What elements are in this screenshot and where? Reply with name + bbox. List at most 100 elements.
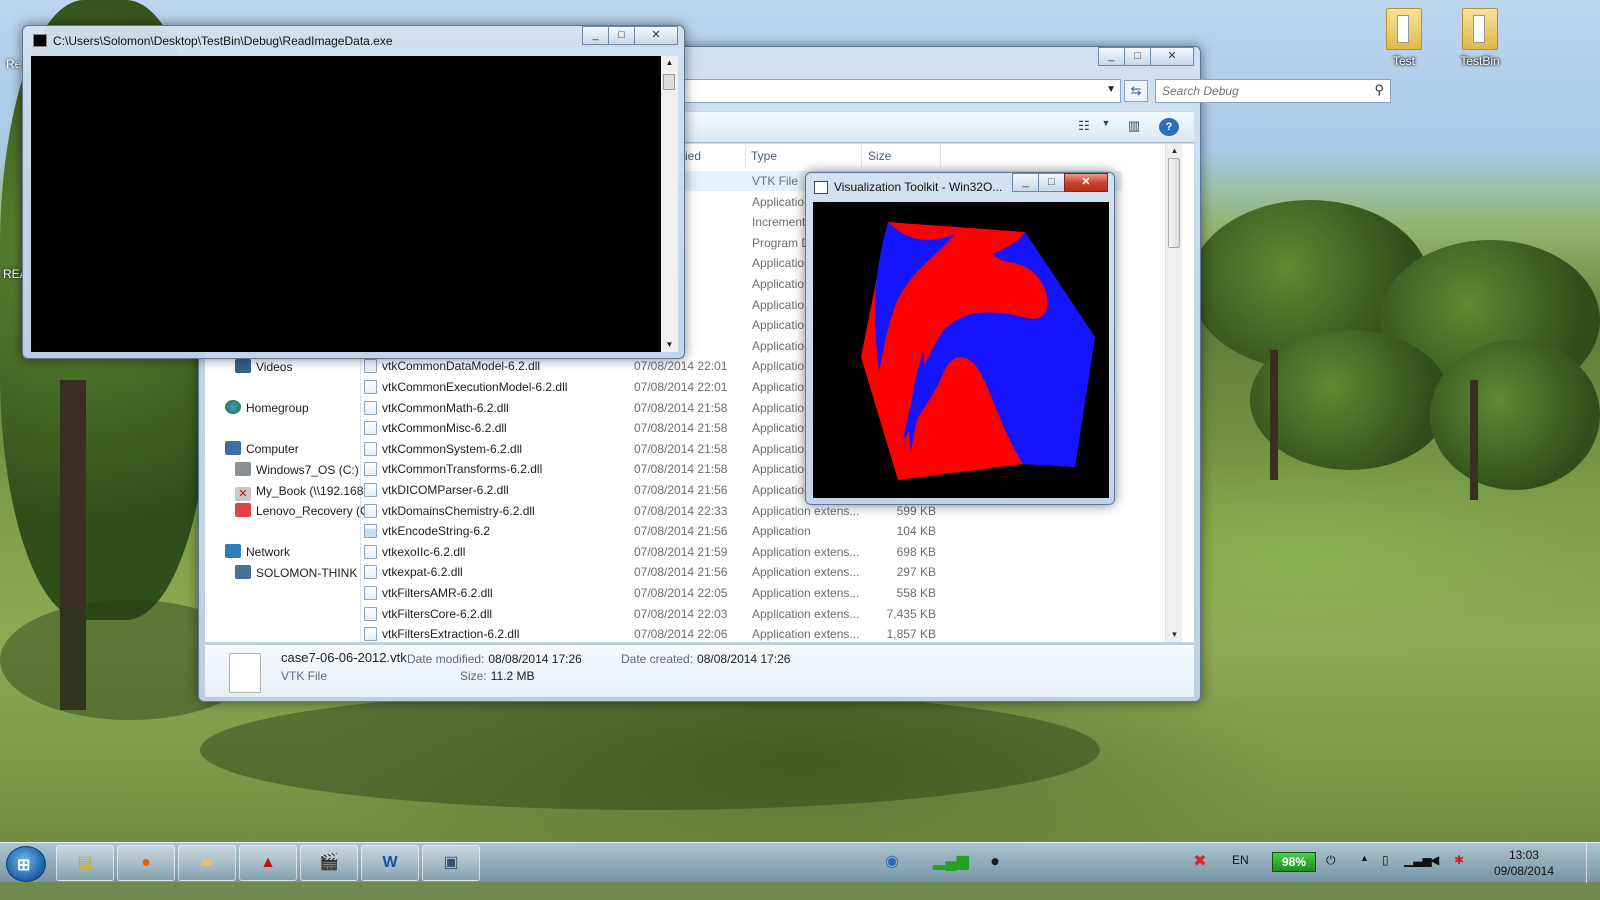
taskbar-folder[interactable]: ▰ [178, 845, 236, 881]
nav-item-solomon-think[interactable]: SOLOMON-THINK [235, 563, 357, 583]
file-type: Application extens... [752, 565, 860, 579]
details-created: Date created: 08/08/2014 17:26 [621, 652, 790, 666]
file-row[interactable]: vtkEncodeString-6.2 07/08/2014 21:56 Appli… [362, 521, 1122, 541]
minimize-button[interactable]: _ [1012, 173, 1039, 192]
videos-icon [235, 359, 251, 373]
search-icon[interactable]: ⚲ [1374, 82, 1384, 98]
scroll-down-arrow[interactable]: ▼ [661, 338, 678, 352]
file-icon [364, 442, 377, 456]
clock-date: 09/08/2014 [1493, 864, 1554, 878]
nav-item-homegroup[interactable]: Homegroup [225, 398, 309, 418]
battery-indicator[interactable]: 98% [1272, 852, 1316, 872]
nav-item-videos[interactable]: Videos [235, 357, 292, 377]
render-viewport[interactable] [813, 202, 1109, 498]
network-bars-icon[interactable]: ▁▃▅ [1404, 853, 1432, 867]
tray-network-app[interactable]: ◉ [866, 845, 918, 881]
taskbar-word[interactable]: W [361, 845, 419, 881]
tray-signal[interactable]: ▂▄▆ [925, 845, 977, 881]
file-name: vtkCommonTransforms-6.2.dll [382, 462, 543, 476]
nav-item-network[interactable]: Network [225, 542, 290, 562]
file-row[interactable]: vtkFiltersCore-6.2.dll 07/08/2014 22:03 Ap… [362, 604, 1122, 624]
window-title: Visualization Toolkit - Win32O... [834, 180, 1003, 194]
bluetooth-icon[interactable]: ✱ [1454, 853, 1464, 867]
maximize-button[interactable]: □ [608, 26, 635, 45]
nav-item-my-book[interactable]: ✕ My_Book (\\192.168 [235, 481, 363, 501]
file-name: vtkCommonMath-6.2.dll [382, 401, 509, 415]
tray-alert[interactable]: ✖ [1180, 845, 1220, 881]
desktop-icon-testbin[interactable]: TestBin [1450, 8, 1510, 68]
file-date: 07/08/2014 22:03 [634, 607, 728, 621]
word-icon: W [382, 854, 398, 871]
taskbar-window[interactable]: ▣ [422, 845, 480, 881]
details-created-label: Date created: [621, 652, 694, 666]
preview-pane-icon[interactable]: ▥ [1123, 118, 1145, 136]
refresh-button[interactable]: ⇆ [1124, 80, 1148, 102]
device-icon[interactable]: ▯ [1382, 853, 1389, 867]
taskbar-acrobat[interactable]: ▲ [239, 845, 297, 881]
file-name: vtkFiltersAMR-6.2.dll [382, 586, 493, 600]
folder-icon [1386, 8, 1422, 50]
chevron-down-icon[interactable]: ▼ [1095, 118, 1117, 136]
minimize-button[interactable]: _ [582, 26, 609, 45]
nav-item-drive-c[interactable]: Windows7_OS (C:) [235, 460, 359, 480]
show-desktop-button[interactable] [1586, 843, 1600, 883]
details-modified-value: 08/08/2014 17:26 [488, 652, 582, 666]
maximize-button[interactable]: □ [1124, 47, 1151, 66]
pdf-icon: ▲ [260, 854, 276, 871]
file-row[interactable]: vtkFiltersAMR-6.2.dll 07/08/2014 22:05 App… [362, 583, 1122, 603]
taskbar-firefox[interactable]: ● [117, 845, 175, 881]
file-row[interactable]: vtkFiltersExtraction-6.2.dll 07/08/2014 2… [362, 624, 1122, 642]
taskbar-explorer[interactable]: ▤ [56, 845, 114, 881]
tree [1250, 330, 1450, 470]
show-hidden-icons-button[interactable]: ▲ [1360, 853, 1369, 863]
file-name: vtkexpat-6.2.dll [382, 565, 463, 579]
minimize-button[interactable]: _ [1098, 47, 1125, 66]
power-plug-icon[interactable]: ⏻ [1326, 853, 1336, 868]
clock[interactable]: 13:03 09/08/2014 [1494, 847, 1554, 879]
view-options-icon[interactable]: ☷ [1073, 118, 1095, 136]
console-output[interactable] [31, 56, 661, 352]
close-button[interactable]: ✕ [1150, 47, 1194, 66]
tray-antenna[interactable]: ⦁ [980, 845, 1010, 881]
scroll-up-arrow[interactable]: ▲ [1166, 144, 1183, 158]
firefox-icon: ● [141, 854, 151, 871]
details-size-label: Size: [460, 669, 487, 683]
column-header-size[interactable]: Size [861, 144, 941, 168]
file-date: 07/08/2014 22:01 [634, 380, 728, 394]
desktop-icon-test[interactable]: Test [1374, 8, 1434, 68]
file-date: 07/08/2014 21:58 [634, 442, 728, 456]
app-icon[interactable] [814, 181, 828, 194]
address-bar[interactable]: ▼ [679, 79, 1121, 103]
scroll-down-arrow[interactable]: ▼ [1166, 628, 1183, 642]
vertical-scrollbar[interactable]: ▲ ▼ [1165, 144, 1182, 642]
clapperboard-icon: 🎬 [319, 854, 339, 871]
nav-item-lenovo-recovery[interactable]: Lenovo_Recovery (C [235, 501, 369, 521]
start-button[interactable]: ⊞ [6, 846, 46, 882]
language-indicator[interactable]: EN [1232, 853, 1249, 867]
desktop-partial-label[interactable]: Re [6, 57, 21, 71]
close-button[interactable]: ✕ [634, 26, 678, 45]
console-icon[interactable] [33, 34, 47, 47]
scroll-thumb[interactable] [1168, 158, 1180, 248]
file-row[interactable]: vtkexpat-6.2.dll 07/08/2014 21:56 Applicat… [362, 562, 1122, 582]
vertical-scrollbar[interactable]: ▲ ▼ [661, 56, 678, 352]
maximize-button[interactable]: □ [1038, 173, 1065, 192]
search-box[interactable]: ⚲ [1155, 79, 1391, 103]
chevron-down-icon[interactable]: ▼ [1106, 84, 1116, 95]
nav-item-computer[interactable]: Computer [225, 439, 299, 459]
scroll-thumb[interactable] [663, 74, 675, 90]
desktop-icon-label: TestBin [1460, 54, 1500, 68]
column-header-type[interactable]: Type [744, 144, 862, 168]
details-pane: case7-06-06-2012.vtk VTK File Date modif… [205, 644, 1194, 697]
file-row[interactable]: vtkexoIIc-6.2.dll 07/08/2014 21:59 Applica… [362, 542, 1122, 562]
desktop-icon-label: Test [1392, 54, 1415, 68]
file-size: 558 KB [896, 586, 936, 600]
taskbar-media[interactable]: 🎬 [300, 845, 358, 881]
scroll-up-arrow[interactable]: ▲ [661, 56, 678, 70]
file-icon [364, 524, 377, 538]
file-date: 07/08/2014 22:33 [634, 504, 728, 518]
volume-icon[interactable]: ◀ [1430, 853, 1439, 867]
close-button[interactable]: ✕ [1064, 173, 1108, 192]
search-input[interactable] [1156, 80, 1356, 102]
help-icon[interactable]: ? [1159, 118, 1179, 136]
